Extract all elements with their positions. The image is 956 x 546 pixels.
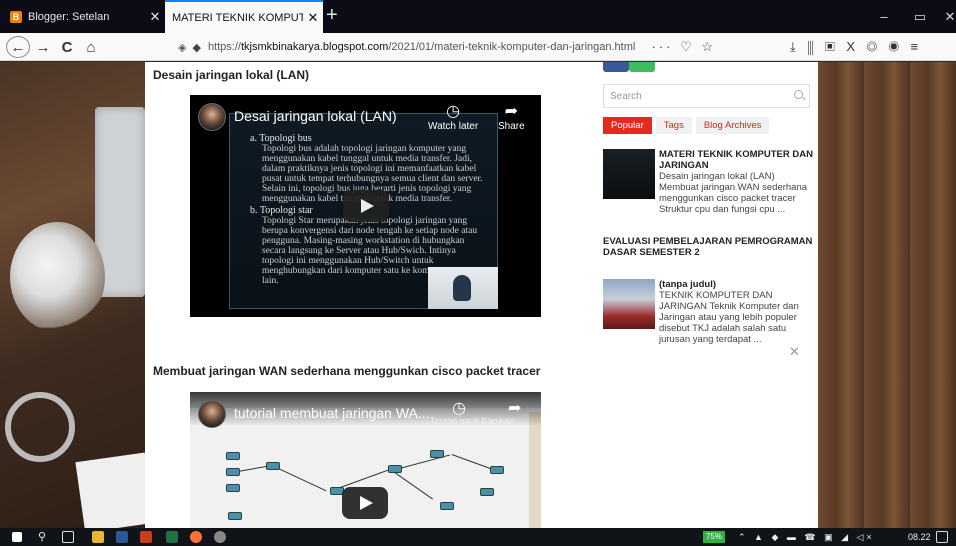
facebook-icon[interactable] — [603, 62, 629, 72]
tab-blog-archives[interactable]: Blog Archives — [695, 117, 770, 134]
watch-later-button[interactable]: ◷ Watch later — [428, 103, 478, 132]
play-button[interactable] — [342, 487, 388, 519]
blog-content: Desain jaringan lokal (LAN) a. Topologi … — [145, 62, 818, 528]
excel-icon[interactable] — [166, 531, 178, 543]
rings-image — [5, 392, 75, 462]
battery-indicator[interactable]: 75% — [703, 531, 725, 543]
url-bar[interactable]: ◈ ◆ https://tkjsmkbinakarya.blogspot.com… — [178, 36, 726, 58]
background-desk-left — [0, 62, 155, 528]
reload-button[interactable]: C — [58, 36, 76, 58]
post-title-link[interactable]: (tanpa judul) — [659, 279, 813, 290]
tab-materi[interactable]: MATERI TEKNIK KOMPUTER DAN JARINGAN ✕ — [165, 0, 323, 33]
new-tab-button[interactable]: + — [326, 4, 338, 26]
clock[interactable]: 08.22 — [908, 532, 931, 542]
firefox-icon[interactable] — [190, 531, 202, 543]
search-icon[interactable] — [794, 90, 803, 99]
popular-post-item[interactable]: MATERI TEKNIK KOMPUTER DAN JARINGAN Desa… — [603, 149, 813, 215]
task-view-icon[interactable] — [62, 531, 74, 543]
video-title[interactable]: Desai jaringan lokal (LAN) — [234, 108, 397, 124]
tab-popular[interactable]: Popular — [603, 117, 652, 134]
page-actions-icon[interactable]: ··· ♡ ☆ — [651, 39, 716, 55]
email-icon[interactable] — [629, 62, 655, 72]
app-icon[interactable] — [214, 531, 226, 543]
close-icon[interactable]: ✕ — [145, 9, 165, 25]
toolbar-icons[interactable]: ⤓ ⫼ ▣ X ◎ ◉ ≡ — [790, 39, 922, 55]
url-text: https://tkjsmkbinakarya.blogspot.com/202… — [207, 41, 636, 53]
share-icon: ➦ — [508, 400, 522, 417]
post-thumbnail[interactable] — [603, 149, 655, 199]
video-title[interactable]: tutorial membuat jaringan WA... — [234, 405, 430, 421]
post-snippet: TEKNIK KOMPUTER DAN JARINGAN Teknik Komp… — [659, 290, 799, 345]
forward-button[interactable]: → — [34, 36, 52, 58]
search-input[interactable]: Search — [603, 84, 810, 108]
blogger-icon: B — [10, 10, 22, 23]
close-icon[interactable]: ✕ — [303, 10, 323, 26]
windows-start-icon[interactable] — [12, 532, 22, 542]
windows-taskbar: ⚲ 75% ⌃ ▲ ◆ ▬ ☎ ▣ ◢ ◁× 08.22 — [0, 528, 956, 546]
powerpoint-icon[interactable] — [140, 531, 152, 543]
web-page: Desain jaringan lokal (LAN) a. Topologi … — [0, 62, 956, 528]
tab-blogger[interactable]: B Blogger: Setelan ✕ — [0, 0, 165, 33]
navigation-toolbar: ← → C ⌂ ◈ ◆ https://tkjsmkbinakarya.blog… — [0, 33, 956, 61]
section-title-wan: Membuat jaringan WAN sederhana menggunka… — [153, 364, 541, 378]
window-close-button[interactable]: ✕ — [932, 0, 956, 33]
flowers-image — [10, 222, 105, 332]
watch-later-button[interactable]: ◷ — [452, 400, 466, 418]
background-wood-right — [818, 62, 956, 528]
popular-post-item[interactable]: (tanpa judul) TEKNIK KOMPUTER DAN JARING… — [603, 279, 813, 345]
tab-tags[interactable]: Tags — [655, 117, 692, 134]
file-explorer-icon[interactable] — [92, 531, 104, 543]
share-button[interactable]: ➦ Share — [498, 103, 525, 132]
sidebar-tabs: Popular Tags Blog Archives — [603, 117, 773, 134]
notebook-image — [75, 452, 155, 528]
youtube-video-lan[interactable]: a. Topologi bus Topologi bus adalah topo… — [190, 95, 541, 317]
home-button[interactable]: ⌂ — [82, 36, 100, 58]
packet-tracer-toolbar — [529, 412, 541, 528]
post-snippet: Desain jaringan lokal (LAN) Membuat jari… — [659, 171, 808, 215]
channel-avatar[interactable] — [198, 103, 226, 131]
share-button[interactable]: ➦ — [508, 400, 521, 418]
back-button[interactable]: ← — [6, 36, 30, 58]
tools-icon: ✕ — [789, 344, 800, 359]
browser-titlebar: B Blogger: Setelan ✕ MATERI TEKNIK KOMPU… — [0, 0, 956, 33]
video-overlay-text: Tonton nanti Bagikan — [430, 416, 515, 426]
lock-icon: ◆ — [192, 41, 201, 54]
minimize-button[interactable]: – — [866, 0, 902, 33]
system-tray-icons[interactable]: ⌃ ▲ ◆ ▬ ☎ ▣ ◢ ◁× — [738, 532, 875, 543]
post-title-link[interactable]: EVALUASI PEMBELAJARAN PEMROGRAMAN DASAR … — [603, 236, 813, 258]
share-icon: ➦ — [504, 103, 519, 120]
search-icon[interactable]: ⚲ — [38, 530, 46, 543]
section-title-lan: Desain jaringan lokal (LAN) — [153, 68, 310, 82]
youtube-video-wan[interactable]: tutorial membuat jaringan WA... Tonton n… — [190, 392, 541, 528]
presenter-webcam — [428, 267, 498, 309]
post-thumbnail[interactable] — [603, 279, 655, 329]
play-button[interactable] — [343, 190, 389, 222]
popular-post-item[interactable]: EVALUASI PEMBELAJARAN PEMROGRAMAN DASAR … — [603, 236, 813, 258]
tracking-shield-icon[interactable]: ◈ — [178, 41, 186, 54]
clock-icon: ◷ — [452, 400, 466, 417]
channel-avatar[interactable] — [198, 400, 226, 428]
post-title-link[interactable]: MATERI TEKNIK KOMPUTER DAN JARINGAN — [659, 149, 813, 171]
word-icon[interactable] — [116, 531, 128, 543]
tab-title: MATERI TEKNIK KOMPUTER DAN JARINGAN — [172, 11, 303, 24]
clock-icon: ◷ — [446, 103, 461, 120]
notification-icon[interactable] — [936, 531, 948, 543]
tab-title: Blogger: Setelan — [28, 10, 110, 23]
